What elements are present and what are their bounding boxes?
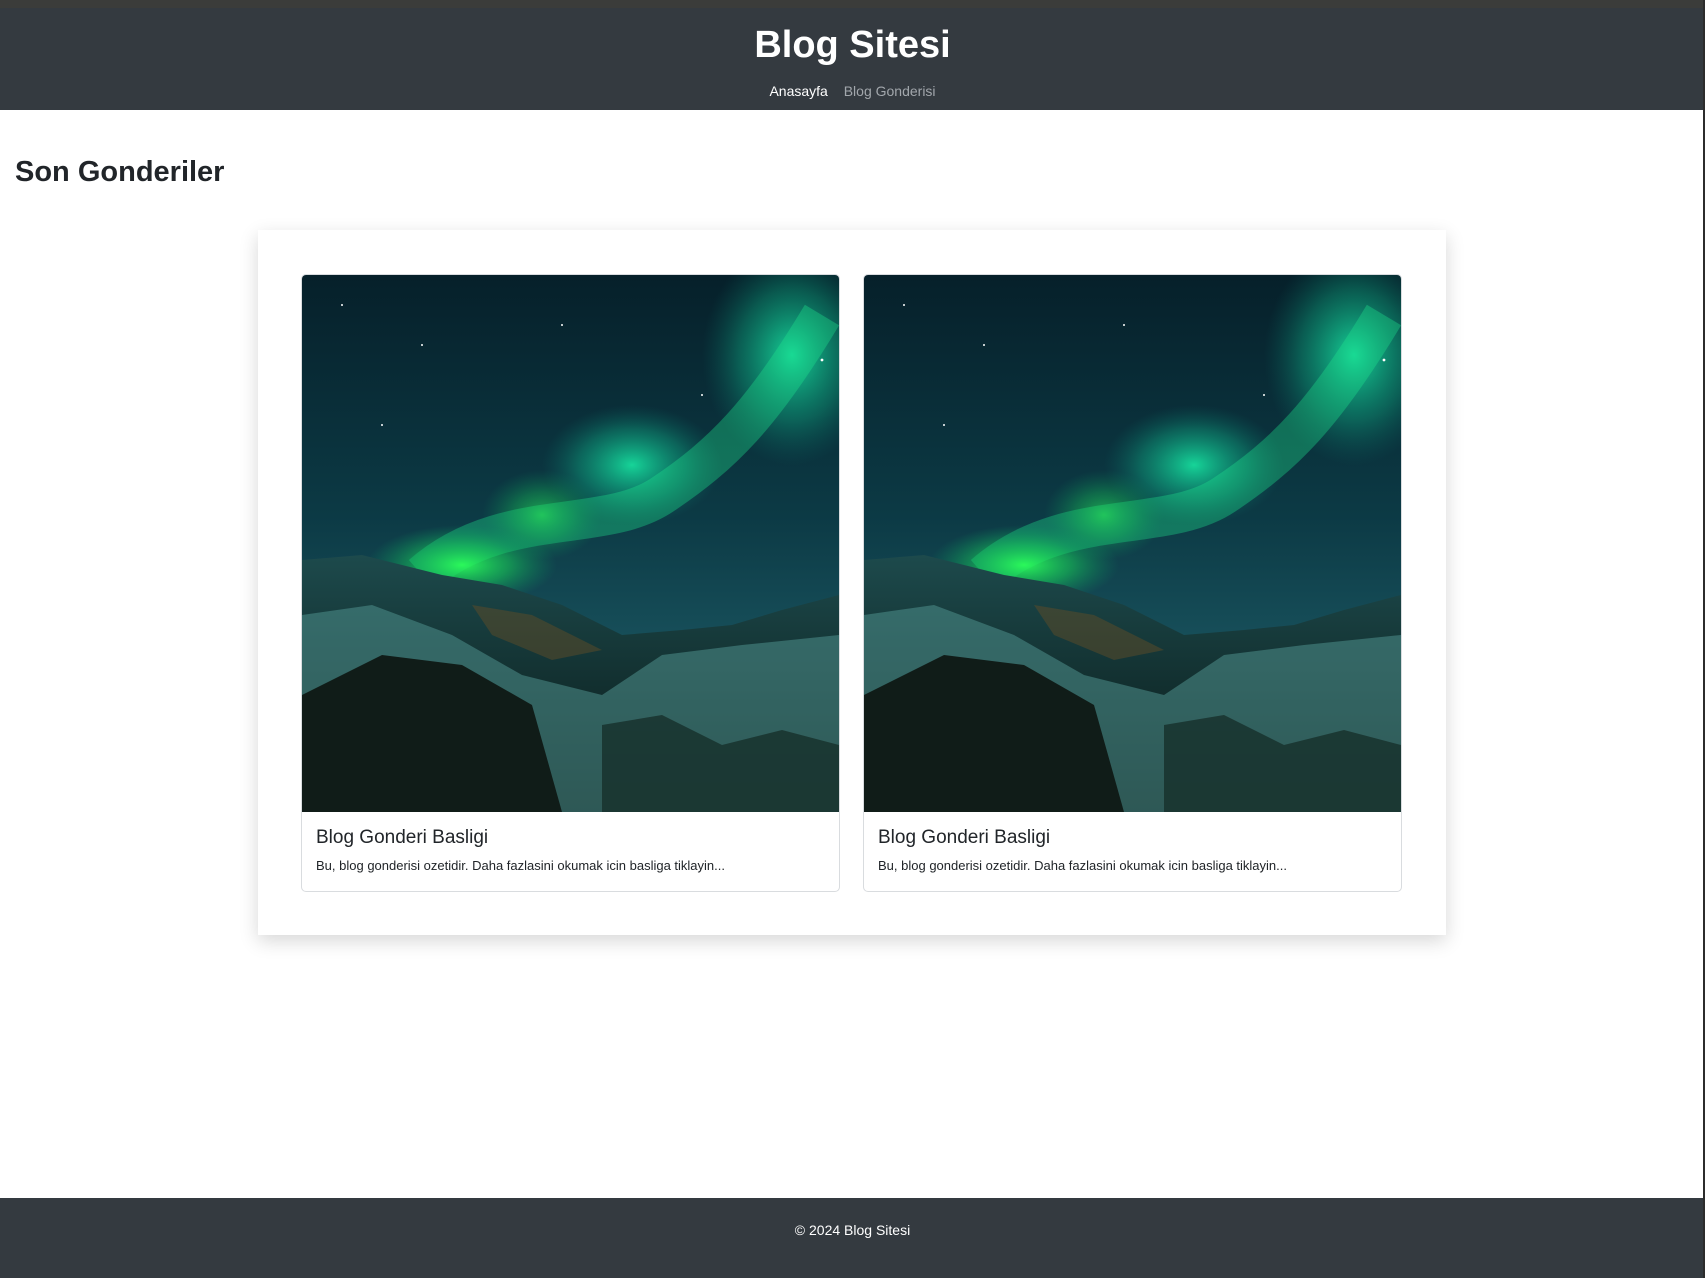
site-footer: © 2024 Blog Sitesi (0, 1198, 1705, 1278)
post-title[interactable]: Blog Gonderi Basligi (878, 825, 1387, 851)
post-image[interactable] (864, 275, 1401, 812)
main-nav: Anasayfa Blog Gonderisi (0, 81, 1705, 101)
post-card[interactable]: Blog Gonderi Basligi Bu, blog gonderisi … (863, 274, 1402, 892)
posts-panel: Blog Gonderi Basligi Bu, blog gonderisi … (258, 230, 1446, 935)
footer-copyright: © 2024 Blog Sitesi (794, 1222, 911, 1238)
section-title: Son Gonderiler (15, 156, 225, 188)
post-body: Blog Gonderi Basligi Bu, blog gonderisi … (302, 812, 839, 889)
site-header: Blog Sitesi Anasayfa Blog Gonderisi (0, 8, 1705, 110)
post-image[interactable] (302, 275, 839, 812)
page: Blog Sitesi Anasayfa Blog Gonderisi Son … (0, 0, 1705, 1278)
nav-link-anasayfa[interactable]: Anasayfa (769, 83, 827, 99)
post-card[interactable]: Blog Gonderi Basligi Bu, blog gonderisi … (301, 274, 840, 892)
post-body: Blog Gonderi Basligi Bu, blog gonderisi … (864, 812, 1401, 889)
post-title[interactable]: Blog Gonderi Basligi (316, 825, 825, 851)
nav-link-blog-gonderisi[interactable]: Blog Gonderisi (844, 83, 936, 99)
post-excerpt: Bu, blog gonderisi ozetidir. Daha fazlas… (878, 858, 1287, 873)
browser-top-strip (0, 0, 1705, 8)
post-excerpt: Bu, blog gonderisi ozetidir. Daha fazlas… (316, 858, 725, 873)
site-title[interactable]: Blog Sitesi (0, 8, 1705, 71)
